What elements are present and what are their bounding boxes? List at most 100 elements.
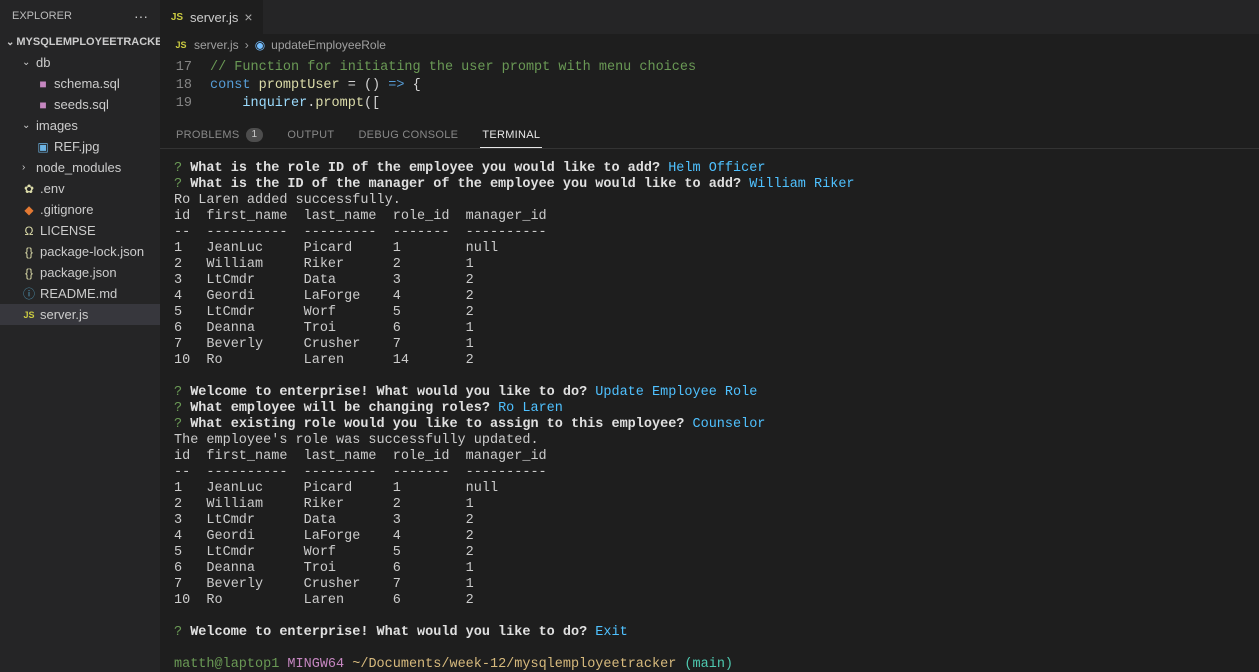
table-row: 7 Beverly Crusher 7 1 <box>174 577 1245 593</box>
code-line-19: 19 inquirer.prompt([ <box>160 96 1259 114</box>
folder-node-modules[interactable]: › node_modules <box>0 157 160 178</box>
project-name: MYSQLEMPLOYEETRACKER <box>16 36 170 48</box>
status-line: Ro Laren added successfully. <box>174 193 1245 209</box>
prompt-question: What employee will be changing roles? <box>182 401 498 416</box>
folder-label: db <box>36 55 50 70</box>
table-row: 7 Beverly Crusher 7 1 <box>174 337 1245 353</box>
prompt-line: ? What is the role ID of the employee yo… <box>174 161 1245 177</box>
method-icon: ◉ <box>255 38 265 52</box>
main-area: JS server.js × JS server.js › ◉ updateEm… <box>160 0 1259 672</box>
table-divider: -- ---------- --------- ------- --------… <box>174 465 1245 481</box>
json-icon: {} <box>22 245 36 259</box>
shell-branch: (main) <box>676 657 733 672</box>
chevron-right-icon: › <box>245 38 249 52</box>
indent <box>210 96 242 111</box>
chevron-right-icon: › <box>22 162 32 173</box>
file-label: package-lock.json <box>40 244 144 259</box>
tab-output[interactable]: OUTPUT <box>285 124 336 148</box>
blank-line <box>174 641 1245 657</box>
chevron-down-icon: ⌄ <box>22 120 32 131</box>
table-row: 5 LtCmdr Worf 5 2 <box>174 545 1245 561</box>
js-icon: JS <box>170 12 184 23</box>
file-label: .gitignore <box>40 202 93 217</box>
file-package-lock[interactable]: {} package-lock.json <box>0 241 160 262</box>
folder-db[interactable]: ⌄ db <box>0 52 160 73</box>
certificate-icon: Ω <box>22 224 36 238</box>
shell-prompt: matth@laptop1 MINGW64 ~/Documents/week-1… <box>174 657 1245 672</box>
file-readme[interactable]: ⓘ README.md <box>0 283 160 304</box>
table-row: 4 Geordi LaForge 4 2 <box>174 289 1245 305</box>
code-line-18: 18 const promptUser = () => { <box>160 78 1259 96</box>
chevron-down-icon: ⌄ <box>6 37 14 48</box>
tab-problems[interactable]: PROBLEMS 1 <box>174 124 265 148</box>
table-row: 3 LtCmdr Data 3 2 <box>174 513 1245 529</box>
more-actions-icon[interactable]: ··· <box>134 8 148 24</box>
js-icon: JS <box>22 310 36 320</box>
folder-images[interactable]: ⌄ images <box>0 115 160 136</box>
file-label: README.md <box>40 286 117 301</box>
explorer-sidebar: EXPLORER ··· ⌄ MYSQLEMPLOYEETRACKER ⌄ db… <box>0 0 160 672</box>
prompt-question: What is the role ID of the employee you … <box>182 161 668 176</box>
file-label: package.json <box>40 265 117 280</box>
tab-debug-console[interactable]: DEBUG CONSOLE <box>356 124 460 148</box>
line-number: 17 <box>160 60 210 78</box>
chevron-down-icon: ⌄ <box>22 57 32 68</box>
file-schema[interactable]: ■ schema.sql <box>0 73 160 94</box>
prompt-answer: Exit <box>595 625 627 640</box>
tab-terminal[interactable]: TERMINAL <box>480 124 542 148</box>
file-gitignore[interactable]: ◆ .gitignore <box>0 199 160 220</box>
shell-name: MINGW64 <box>279 657 352 672</box>
method-token: prompt <box>315 96 364 111</box>
table-header: id first_name last_name role_id manager_… <box>174 449 1245 465</box>
project-header[interactable]: ⌄ MYSQLEMPLOYEETRACKER <box>0 32 160 52</box>
prompt-mark: ? <box>174 177 182 192</box>
prompt-line: ? Welcome to enterprise! What would you … <box>174 625 1245 641</box>
prompt-answer: Counselor <box>693 417 766 432</box>
prompt-mark: ? <box>174 417 182 432</box>
table-row: 1 JeanLuc Picard 1 null <box>174 481 1245 497</box>
file-seeds[interactable]: ■ seeds.sql <box>0 94 160 115</box>
file-label: schema.sql <box>54 76 120 91</box>
file-server[interactable]: JS server.js <box>0 304 160 325</box>
database-icon: ■ <box>36 98 50 112</box>
terminal-panel[interactable]: ? What is the role ID of the employee yo… <box>160 149 1259 672</box>
explorer-header: EXPLORER ··· <box>0 0 160 32</box>
problems-count-badge: 1 <box>246 128 264 142</box>
prompt-line: ? What existing role would you like to a… <box>174 417 1245 433</box>
gear-icon: ✿ <box>22 182 36 196</box>
shell-path: ~/Documents/week-12/mysqlemployeetracker <box>352 657 676 672</box>
breadcrumb[interactable]: JS server.js › ◉ updateEmployeeRole <box>160 34 1259 56</box>
paren-token: () <box>364 78 380 93</box>
json-icon: {} <box>22 266 36 280</box>
git-icon: ◆ <box>22 203 36 217</box>
tab-label: DEBUG CONSOLE <box>358 129 458 141</box>
file-label: seeds.sql <box>54 97 109 112</box>
prompt-mark: ? <box>174 161 182 176</box>
code-editor[interactable]: 17 // Function for initiating the user p… <box>160 56 1259 118</box>
js-icon: JS <box>174 40 188 50</box>
file-label: server.js <box>40 307 88 322</box>
keyword-token: const <box>210 78 251 93</box>
prompt-question: What is the ID of the manager of the emp… <box>182 177 749 192</box>
table-row: 4 Geordi LaForge 4 2 <box>174 529 1245 545</box>
info-icon: ⓘ <box>22 285 36 302</box>
file-license[interactable]: Ω LICENSE <box>0 220 160 241</box>
table-row: 6 Deanna Troi 6 1 <box>174 561 1245 577</box>
breadcrumb-file: server.js <box>194 38 239 52</box>
file-ref[interactable]: ▣ REF.jpg <box>0 136 160 157</box>
table-row: 10 Ro Laren 6 2 <box>174 593 1245 609</box>
tab-server-js[interactable]: JS server.js × <box>160 0 264 34</box>
table-header: id first_name last_name role_id manager_… <box>174 209 1245 225</box>
tab-label: PROBLEMS <box>176 129 240 141</box>
comment-token: // Function for initiating the user prom… <box>210 60 696 75</box>
blank-line <box>174 609 1245 625</box>
file-tree: ⌄ db ■ schema.sql ■ seeds.sql ⌄ images ▣… <box>0 52 160 325</box>
close-icon[interactable]: × <box>244 9 252 25</box>
brace-token: { <box>413 78 421 93</box>
file-package-json[interactable]: {} package.json <box>0 262 160 283</box>
table-row: 10 Ro Laren 14 2 <box>174 353 1245 369</box>
file-env[interactable]: ✿ .env <box>0 178 160 199</box>
prompt-line: ? What employee will be changing roles? … <box>174 401 1245 417</box>
prompt-mark: ? <box>174 401 182 416</box>
bracket-token: ([ <box>364 96 380 111</box>
